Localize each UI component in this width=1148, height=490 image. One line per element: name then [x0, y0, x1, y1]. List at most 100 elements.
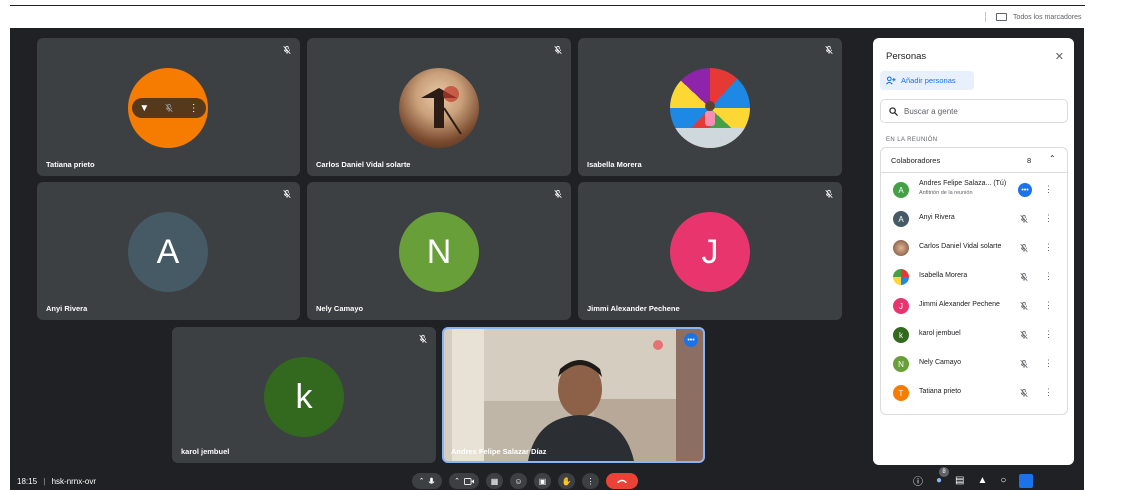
chevron-up-icon[interactable]: ⌃ [1049, 154, 1056, 163]
more-vert-icon[interactable]: ⋮ [1044, 329, 1053, 339]
clock-time: 18:15 [17, 477, 38, 486]
folder-icon [996, 13, 1007, 21]
list-item[interactable]: J Jimmi Alexander Pechene ⋮ [881, 291, 1067, 320]
avatar [893, 240, 909, 256]
mic-off-icon [824, 189, 834, 199]
present-button[interactable]: ▣ [534, 473, 551, 489]
chat-icon[interactable]: ▤ [955, 475, 964, 486]
in-meeting-label: EN LA REUNIÓN [886, 137, 938, 143]
collaborators-header[interactable]: Colaboradores 8 ⌃ [881, 148, 1067, 173]
tile-more-options-button[interactable]: ••• [684, 333, 698, 347]
more-options-button[interactable]: ⋮ [582, 473, 599, 489]
participant-tile-andres-video[interactable]: ••• Andres Felipe Salazar Díaz [442, 327, 705, 463]
avatar [399, 68, 479, 148]
close-icon[interactable]: ✕ [1055, 50, 1064, 63]
mic-off-icon [1019, 359, 1029, 369]
activities-icon[interactable]: ▲ [978, 475, 988, 486]
person-name: Carlos Daniel Vidal solarte [919, 243, 1002, 250]
participant-name: Carlos Daniel Vidal solarte [316, 160, 411, 169]
search-people-input[interactable]: Buscar a gente [880, 99, 1068, 123]
mic-off-icon[interactable] [164, 103, 174, 113]
avatar: N [399, 212, 479, 292]
more-vert-icon[interactable]: ⋮ [1044, 300, 1053, 310]
window-top-border [10, 5, 1085, 6]
captions-button[interactable]: ▦ [486, 473, 503, 489]
more-vert-icon[interactable]: ⋮ [1044, 242, 1053, 252]
meeting-code: hsk-nrnx-ovr [51, 477, 97, 486]
more-vert-icon[interactable]: ⋮ [1044, 358, 1053, 368]
collaborators-count: 8 [1027, 156, 1032, 165]
add-people-label: Añadir personas [901, 76, 956, 85]
participant-tile-isabella[interactable]: Isabella Morera [578, 38, 842, 176]
more-vert-icon[interactable]: ⋮ [1044, 184, 1053, 194]
tile-hover-controls[interactable]: ▼ ⋮ [132, 98, 206, 118]
avatar: A [893, 182, 909, 198]
participant-tile-tatiana[interactable]: ▼ ⋮ Tatiana prieto [37, 38, 300, 176]
avatar: k [264, 357, 344, 437]
search-icon [889, 106, 898, 116]
participant-tile-nely[interactable]: N Nely Camayo [307, 182, 571, 320]
raise-hand-button[interactable]: ✋ [558, 473, 575, 489]
camera-icon [463, 477, 474, 485]
participant-name: Nely Camayo [316, 304, 364, 313]
more-vert-icon[interactable]: ⋮ [1044, 213, 1053, 223]
list-item[interactable]: Isabella Morera ⋮ [881, 262, 1067, 291]
list-item[interactable]: T Tatiana prieto ⋮ [881, 378, 1067, 407]
add-people-button[interactable]: Añadir personas [880, 71, 974, 90]
list-item[interactable]: Carlos Daniel Vidal solarte ⋮ [881, 233, 1067, 262]
search-placeholder: Buscar a gente [904, 106, 958, 116]
mic-off-icon [1019, 301, 1029, 311]
avatar: A [893, 211, 909, 227]
more-vert-icon[interactable]: ⋮ [1044, 387, 1053, 397]
collaborators-group: Colaboradores 8 ⌃ A Andres Felipe Salaza… [880, 147, 1068, 415]
pin-icon[interactable]: ▼ [139, 103, 149, 114]
avatar: J [670, 212, 750, 292]
meet-stage: ▼ ⋮ Tatiana prieto Carlos Daniel Vidal s… [10, 28, 1084, 490]
mic-off-icon [824, 45, 834, 55]
more-vert-icon[interactable]: ⋮ [189, 103, 199, 114]
more-vert-icon: ⋮ [586, 476, 595, 486]
emoji-button[interactable]: ☺ [510, 473, 527, 489]
camera-button[interactable]: ⌃ [449, 473, 479, 489]
person-name: Andres Felipe Salaza... (Tú) [919, 180, 1007, 187]
participant-tile-jimmi[interactable]: J Jimmi Alexander Pechene [578, 182, 842, 320]
avatar [893, 269, 909, 285]
participant-name: Tatiana prieto [46, 160, 95, 169]
mic-button[interactable]: ⌃ [412, 473, 442, 489]
people-panel: Personas ✕ Añadir personas Buscar a gent… [873, 38, 1074, 465]
participant-tile-karol[interactable]: k karol jembuel [172, 327, 436, 463]
lock-icon[interactable]: ○ [1000, 475, 1006, 486]
person-name: Nely Camayo [919, 359, 962, 366]
list-item[interactable]: k karol jembuel ⋮ [881, 320, 1067, 349]
emoji-icon: ☺ [514, 476, 523, 486]
participant-tile-carlos[interactable]: Carlos Daniel Vidal solarte [307, 38, 571, 176]
bookmarks-separator [985, 12, 986, 22]
chevron-up-icon[interactable]: ⌃ [454, 477, 460, 485]
participant-tile-anyi[interactable]: A Anyi Rivera [37, 182, 300, 320]
captions-icon: ▦ [490, 476, 499, 486]
avatar: T [893, 385, 909, 401]
people-button[interactable]: ● 8 [936, 467, 949, 486]
list-item[interactable]: N Nely Camayo ⋮ [881, 349, 1067, 378]
more-vert-icon[interactable]: ⋮ [1044, 271, 1053, 281]
meeting-info: 18:15 | hsk-nrnx-ovr [17, 477, 96, 486]
person-photo [670, 101, 750, 148]
camera-video [444, 329, 703, 461]
participant-name: Andres Felipe Salazar Díaz [451, 447, 547, 456]
participant-name: Isabella Morera [587, 160, 642, 169]
leave-call-button[interactable] [606, 473, 638, 489]
person-name: Isabella Morera [919, 272, 968, 279]
people-icon: ● [936, 475, 943, 486]
mic-off-icon [553, 189, 563, 199]
side-panel-buttons: ⓘ ● 8 ▤ ▲ ○ [913, 467, 1034, 488]
person-name: Tatiana prieto [919, 388, 962, 395]
chevron-up-icon[interactable]: ⌃ [419, 477, 425, 485]
participant-name: Jimmi Alexander Pechene [587, 304, 680, 313]
list-item[interactable]: A Andres Felipe Salaza... (Tú) Anfitrión… [881, 175, 1067, 204]
person-name: Jimmi Alexander Pechene [919, 301, 1000, 308]
list-item[interactable]: A Anyi Rivera ⋮ [881, 204, 1067, 233]
avatar: k [893, 327, 909, 343]
info-icon[interactable]: ⓘ [913, 473, 923, 488]
host-controls-button[interactable] [1019, 473, 1034, 488]
all-bookmarks-button[interactable]: Todos los marcadores [985, 12, 1081, 22]
